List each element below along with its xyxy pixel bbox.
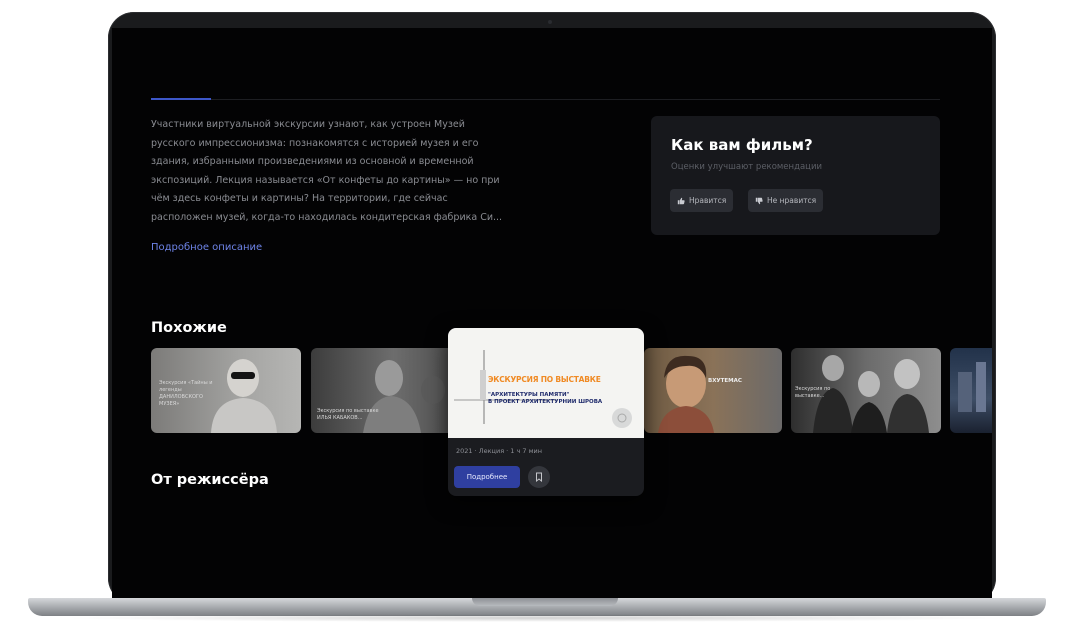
- similar-section-title: Похожие: [151, 320, 227, 336]
- bookmark-button[interactable]: [528, 466, 550, 488]
- description-line: расположен музей, когда-то находилась ко…: [151, 211, 503, 223]
- similar-card[interactable]: Экскурсия по выставке ИЛЬЯ КАБАКОВ...: [311, 348, 461, 433]
- similar-card[interactable]: [950, 348, 992, 433]
- screen: Участники виртуальной экскурсии узнают, …: [112, 28, 992, 600]
- laptop-opening-notch: [472, 598, 618, 606]
- active-tab-indicator: [151, 98, 211, 100]
- film-meta: 2021 · Лекция · 1 ч 7 мин: [456, 447, 542, 455]
- hovered-film-card[interactable]: ЭКСКУРСИЯ ПО ВЫСТАВКЕ "АРХИТЕКТУРЫ ПАМЯТ…: [448, 328, 644, 496]
- painting-thumbnail: [658, 355, 714, 433]
- card-caption: Экскурсия по выставке ИЛЬЯ КАБАКОВ...: [317, 408, 379, 421]
- rating-card: Как вам фильм? Оценки улучшают рекоменда…: [651, 116, 940, 235]
- dislike-button[interactable]: Не нравится: [748, 189, 824, 212]
- similar-card[interactable]: Экскурсия «Тайны и легенды ДАНИЛОВСКОГО …: [151, 348, 301, 433]
- rating-subtitle: Оценки улучшают рекомендации: [671, 162, 823, 172]
- details-button[interactable]: Подробнее: [454, 466, 520, 488]
- film-description: Участники виртуальной экскурсии узнают, …: [151, 116, 546, 228]
- thumbs-down-icon: [755, 197, 763, 204]
- director-section-title: От режиссёра: [151, 472, 269, 488]
- card-caption: ВХУТЕМАС: [708, 378, 742, 384]
- section-divider: [151, 99, 940, 100]
- more-description-link[interactable]: Подробное описание: [151, 242, 262, 253]
- rating-title: Как вам фильм?: [671, 136, 813, 154]
- poster-title: ЭКСКУРСИЯ ПО ВЫСТАВКЕ: [488, 375, 601, 384]
- play-badge[interactable]: [612, 408, 632, 428]
- dislike-label: Не нравится: [767, 196, 817, 205]
- webcam-icon: [548, 20, 552, 24]
- card-caption: Экскурсия по выставке...: [795, 386, 831, 399]
- poster-subtitle: В ПРОЕКТ АРХИТЕКТУРНИИ ШРОВА: [488, 399, 603, 405]
- description-line: здания, избранными произведениями из осн…: [151, 156, 474, 168]
- bookmark-icon: [536, 472, 542, 482]
- like-button[interactable]: Нравится: [670, 189, 734, 212]
- similar-card[interactable]: ВХУТЕМАС: [644, 348, 782, 433]
- description-line: экспозиций. Лекция называется «От конфет…: [151, 174, 500, 186]
- laptop-shadow: [60, 614, 1014, 622]
- similar-card[interactable]: Экскурсия по выставке...: [791, 348, 941, 433]
- description-line: русского импрессионизма: познакомятся с …: [151, 137, 479, 149]
- like-label: Нравится: [689, 196, 727, 205]
- thumbs-up-icon: [677, 197, 685, 204]
- rating-circle-icon: [617, 413, 627, 423]
- description-line: Участники виртуальной экскурсии узнают, …: [151, 119, 465, 130]
- photo-thumbnail: [958, 362, 986, 412]
- poster-subtitle: "АРХИТЕКТУРЫ ПАМЯТИ": [488, 392, 570, 398]
- description-line: чём здесь конфеты и картины? На территор…: [151, 193, 448, 205]
- card-caption: Экскурсия «Тайны и легенды ДАНИЛОВСКОГО …: [159, 380, 213, 407]
- film-poster: ЭКСКУРСИЯ ПО ВЫСТАВКЕ "АРХИТЕКТУРЫ ПАМЯТ…: [448, 328, 644, 438]
